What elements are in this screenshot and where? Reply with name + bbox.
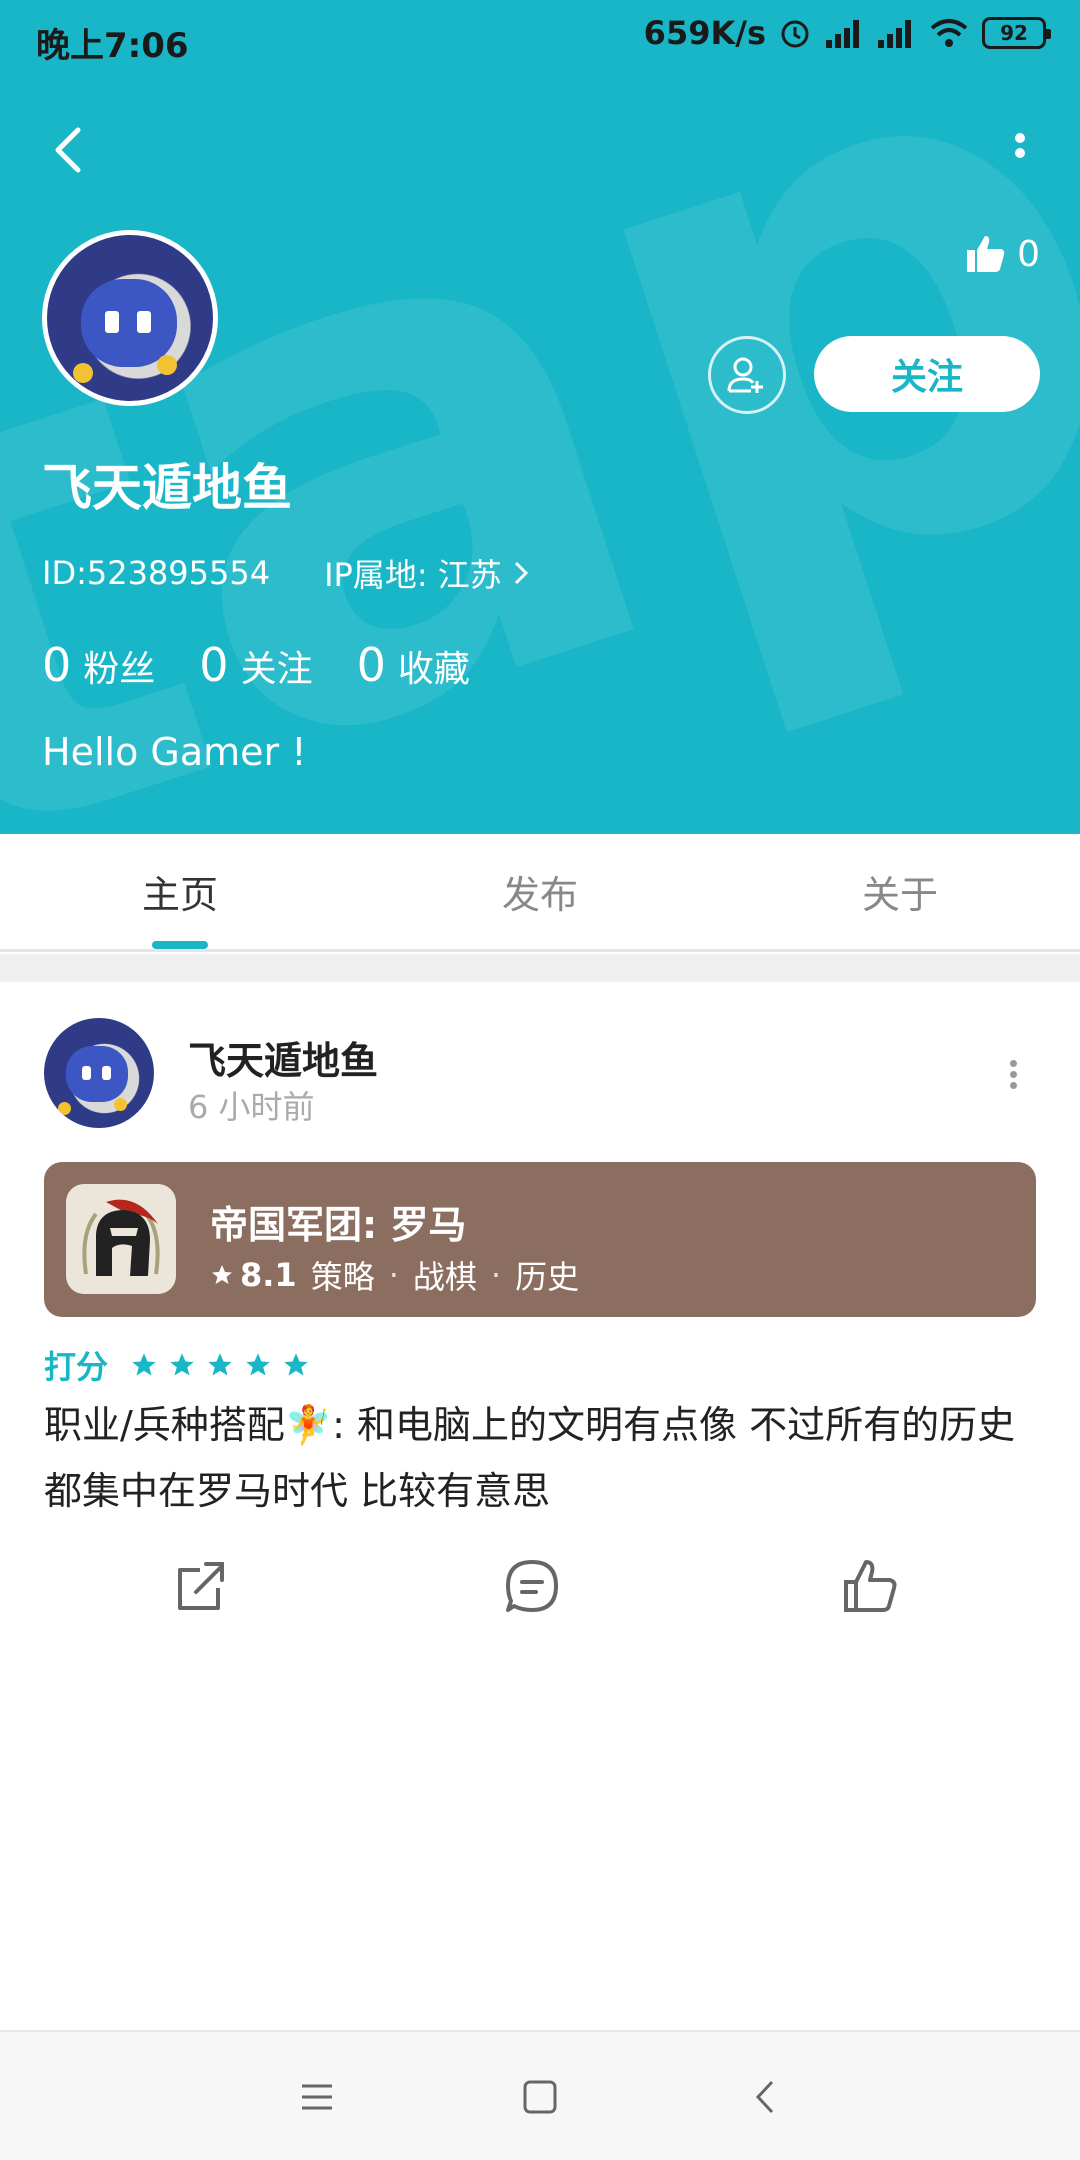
tab-home[interactable]: 主页 — [0, 834, 360, 949]
avatar[interactable] — [42, 230, 218, 406]
tab-about[interactable]: 关于 — [720, 834, 1080, 949]
back-arrow-icon[interactable] — [40, 120, 100, 180]
add-user-icon — [727, 357, 763, 393]
game-meta: 8.1 策略 · 战棋 · 历史 — [210, 1252, 579, 1298]
post-actions — [0, 1556, 1080, 1616]
profile-like-count[interactable]: 0 — [963, 232, 1040, 276]
section-divider — [0, 954, 1080, 982]
profile-stats: 0 粉丝 0 关注 0 收藏 — [42, 638, 470, 692]
wifi-icon — [930, 19, 968, 47]
post-author[interactable]: 飞天遁地鱼 — [188, 1030, 378, 1085]
rating-row: 打分 — [44, 1342, 310, 1388]
status-icons: 659K/s 92 — [643, 14, 1051, 52]
user-id: ID:523895554 — [42, 554, 271, 592]
stat-favorites[interactable]: 0 收藏 — [357, 638, 470, 692]
post-more-icon[interactable] — [1006, 1056, 1020, 1096]
chevron-right-icon — [514, 561, 528, 585]
profile-tabs: 主页 发布 关于 — [0, 834, 1080, 952]
alarm-icon — [781, 20, 809, 48]
game-icon — [66, 1184, 176, 1294]
tag-separator: · — [388, 1256, 399, 1294]
background-watermark: tap — [0, 0, 1080, 834]
game-tag: 战棋 — [412, 1258, 477, 1296]
like-count-value: 0 — [1017, 233, 1040, 275]
menu-icon[interactable] — [294, 2074, 340, 2120]
battery-indicator: 92 — [982, 17, 1051, 49]
profile-meta: ID:523895554 IP属地: 江苏 — [42, 550, 530, 596]
rating-label: 打分 — [44, 1348, 109, 1386]
stat-followers[interactable]: 0 粉丝 — [42, 638, 155, 692]
stat-following[interactable]: 0 关注 — [199, 638, 312, 692]
rating-star-icon — [170, 1353, 194, 1376]
tab-indicator — [152, 941, 208, 949]
game-tag: 历史 — [515, 1258, 580, 1296]
avatar-face — [81, 279, 177, 367]
rating-star-icon — [208, 1353, 232, 1376]
add-friend-button[interactable] — [708, 336, 786, 414]
comment-icon[interactable] — [502, 1556, 562, 1616]
game-title: 帝国军团: 罗马 — [210, 1203, 467, 1247]
profile-bio: Hello Gamer ! — [42, 730, 307, 774]
follow-button[interactable]: 关注 — [814, 336, 1040, 412]
post-avatar[interactable] — [44, 1018, 154, 1128]
status-bar: 晚上7:06 659K/s 92 — [0, 0, 1080, 76]
net-speed: 659K/s — [643, 14, 766, 52]
profile-header: tap 晚上7:06 659K/s 92 0 关注 飞天遁地鱼 ID:52389… — [0, 0, 1080, 834]
like-icon[interactable] — [840, 1556, 900, 1616]
status-time: 晚上7:06 — [36, 26, 189, 66]
signal-icon — [826, 20, 859, 48]
rating-star-icon — [284, 1353, 308, 1376]
rating-stars — [130, 1351, 310, 1379]
profile-name: 飞天遁地鱼 — [42, 459, 292, 517]
system-nav-bar — [0, 2030, 1080, 2160]
game-score: 8.1 — [210, 1256, 297, 1294]
rating-star-icon — [132, 1353, 156, 1376]
game-card[interactable]: 帝国军团: 罗马 8.1 策略 · 战棋 · 历史 — [44, 1162, 1036, 1317]
star-icon — [212, 1265, 232, 1284]
ip-location[interactable]: IP属地: 江苏 — [324, 550, 530, 596]
ip-location-text: IP属地: 江苏 — [324, 556, 502, 594]
thumbs-up-icon — [967, 236, 1005, 272]
rating-star-icon — [246, 1353, 270, 1376]
spartan-helmet-icon — [82, 1199, 160, 1276]
game-tag: 策略 — [310, 1258, 375, 1296]
post-text: 职业/兵种搭配🧚: 和电脑上的文明有点像 不过所有的历史都集中在罗马时代 比较有… — [44, 1403, 1016, 1513]
nav-back-icon[interactable] — [744, 2074, 790, 2120]
home-square-icon[interactable] — [517, 2074, 563, 2120]
signal-icon-2 — [878, 20, 911, 48]
more-vertical-icon[interactable] — [1010, 128, 1030, 176]
post-time: 6 小时前 — [188, 1088, 315, 1126]
tag-separator: · — [490, 1256, 502, 1294]
tab-posts[interactable]: 发布 — [360, 834, 720, 949]
share-icon[interactable] — [170, 1556, 230, 1616]
